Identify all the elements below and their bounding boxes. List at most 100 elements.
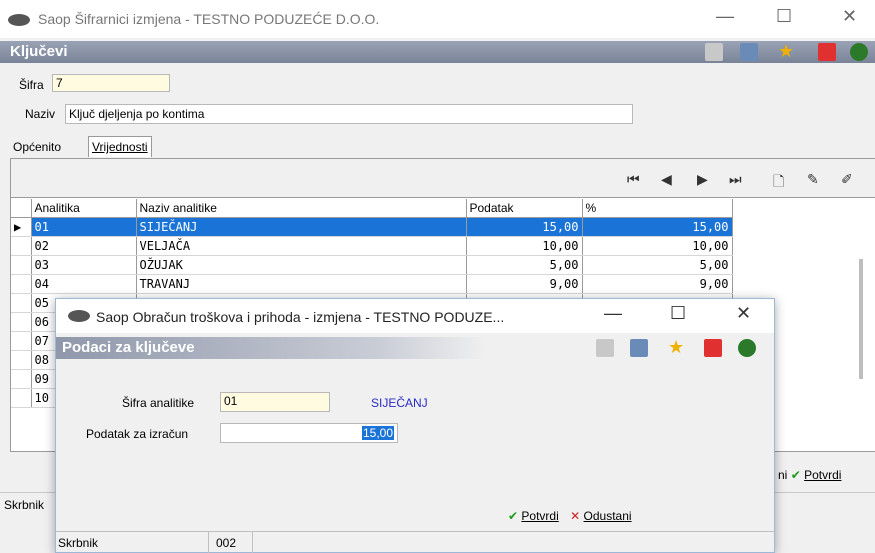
book-icon[interactable] <box>738 339 756 357</box>
odustani-button[interactable]: Odustani <box>584 509 632 523</box>
dialog-status-value: 002 <box>216 536 237 550</box>
status-label: Skrbnik <box>4 498 45 512</box>
edit-record-icon[interactable]: ✎ <box>807 171 819 188</box>
grid-header-row: Analitika Naziv analitike Podatak % <box>11 199 733 218</box>
row-indicator <box>11 369 32 389</box>
cell-analitika[interactable]: 04 <box>31 274 137 294</box>
book-icon[interactable] <box>850 43 868 61</box>
cell-podatak[interactable]: 15,00 <box>466 217 583 237</box>
sifra-analitike-name: SIJEČANJ <box>371 396 428 410</box>
sifra-analitike-input[interactable]: 01 <box>220 392 330 412</box>
app-icon <box>68 310 90 322</box>
cell-pct[interactable]: 10,00 <box>582 236 733 256</box>
dialog-status-label: Skrbnik <box>58 536 99 550</box>
cell-analitika[interactable]: 02 <box>31 236 137 256</box>
grid-toolbar: ⏮ ◀ ▶ ⏭ 🗋 ✎ ✐ <box>11 159 875 198</box>
column-header[interactable]: % <box>582 199 733 218</box>
column-header[interactable]: Naziv analitike <box>136 199 467 218</box>
tab-opcenito[interactable]: Općenito <box>10 140 64 154</box>
grid-scrollbar[interactable] <box>859 259 863 379</box>
cancel-icon: ✕ <box>570 509 581 523</box>
table-row[interactable]: 02 VELJAČA 10,00 10,00 <box>11 236 733 256</box>
maximize-icon[interactable]: ☐ <box>776 6 792 27</box>
main-button-bar: ni ✔ Potvrdi <box>778 468 841 482</box>
star-icon[interactable]: ★ <box>668 337 684 358</box>
row-indicator <box>11 293 32 313</box>
cell-naziv[interactable]: OŽUJAK <box>136 255 467 275</box>
cell-analitika[interactable]: 01 <box>31 217 137 237</box>
main-titlebar: Saop Šifrarnici izmjena - TESTNO PODUZEĆ… <box>0 0 875 38</box>
new-record-icon[interactable]: 🗋 <box>773 171 784 195</box>
cell-pct[interactable]: 9,00 <box>582 274 733 294</box>
edit-dialog: Saop Obračun troškova i prihoda - izmjen… <box>55 298 775 553</box>
table-icon[interactable] <box>740 43 758 61</box>
table-row[interactable]: 03 OŽUJAK 5,00 5,00 <box>11 255 733 275</box>
app-icon <box>8 14 30 26</box>
cell-analitika[interactable]: 03 <box>31 255 137 275</box>
first-record-icon[interactable]: ⏮ <box>627 171 640 188</box>
edit-icon[interactable] <box>705 43 723 61</box>
cell-pct[interactable]: 15,00 <box>582 217 733 237</box>
row-indicator-header <box>11 199 32 218</box>
minimize-icon[interactable]: — <box>716 6 734 27</box>
naziv-input[interactable]: Ključ djeljenja po kontima <box>65 104 633 124</box>
pdf-icon[interactable] <box>704 339 722 357</box>
next-record-icon[interactable]: ▶ <box>697 171 708 188</box>
delete-record-icon[interactable]: ✐ <box>841 171 853 188</box>
maximize-icon[interactable]: ☐ <box>670 303 686 324</box>
column-header[interactable]: Analitika <box>31 199 137 218</box>
cell-podatak[interactable]: 10,00 <box>466 236 583 256</box>
prev-record-icon[interactable]: ◀ <box>661 171 672 188</box>
dialog-statusbar: Skrbnik 002 <box>56 531 774 553</box>
section-title: Ključevi <box>10 43 68 60</box>
status-divider <box>252 532 253 553</box>
odustani-button-partial[interactable]: ni <box>778 468 787 482</box>
naziv-label: Naziv <box>25 107 56 121</box>
edit-icon[interactable] <box>596 339 614 357</box>
row-indicator <box>11 236 32 256</box>
table-row[interactable]: 04 TRAVANJ 9,00 9,00 <box>11 274 733 294</box>
dialog-section-title: Podaci za ključeve <box>62 339 195 356</box>
table-row[interactable]: ▶ 01 SIJEČANJ 15,00 15,00 <box>11 217 733 237</box>
dialog-button-bar: ✔ Potvrdi ✕ Odustani <box>508 509 632 523</box>
cell-naziv[interactable]: VELJAČA <box>136 236 467 256</box>
tab-vrijednosti[interactable]: Vrijednosti <box>88 136 152 157</box>
potvrdi-button[interactable]: Potvrdi <box>521 509 558 523</box>
cell-naziv[interactable]: TRAVANJ <box>136 274 467 294</box>
pdf-icon[interactable] <box>818 43 836 61</box>
row-pointer-icon: ▶ <box>11 217 32 237</box>
status-divider <box>208 532 209 553</box>
sifra-analitike-label: Šifra analitike <box>122 396 195 410</box>
close-icon[interactable]: ✕ <box>736 303 751 324</box>
podatak-input[interactable]: 15,00 <box>220 423 398 443</box>
check-icon: ✔ <box>790 468 801 482</box>
cell-naziv[interactable]: SIJEČANJ <box>136 217 467 237</box>
row-indicator <box>11 350 32 370</box>
main-window-title: Saop Šifrarnici izmjena - TESTNO PODUZEĆ… <box>38 11 380 27</box>
row-indicator <box>11 388 32 408</box>
column-header[interactable]: Podatak <box>466 199 583 218</box>
row-indicator <box>11 274 32 294</box>
potvrdi-button[interactable]: Potvrdi <box>804 468 841 482</box>
row-indicator <box>11 255 32 275</box>
section-header: Ključevi ★ <box>0 41 875 63</box>
dialog-titlebar: Saop Obračun troškova i prihoda - izmjen… <box>56 299 774 333</box>
podatak-label: Podatak za izračun <box>86 427 189 441</box>
star-icon[interactable]: ★ <box>778 41 794 62</box>
dialog-title: Saop Obračun troškova i prihoda - izmjen… <box>96 309 505 325</box>
podatak-selected-text: 15,00 <box>361 426 394 440</box>
dialog-section-header: Podaci za ključeve ★ <box>56 337 774 359</box>
table-icon[interactable] <box>630 339 648 357</box>
minimize-icon[interactable]: — <box>604 303 622 324</box>
sifra-label: Šifra <box>19 78 44 92</box>
row-indicator <box>11 312 32 332</box>
cell-podatak[interactable]: 9,00 <box>466 274 583 294</box>
tab-strip: Općenito Vrijednosti <box>10 136 176 159</box>
check-icon: ✔ <box>508 509 519 523</box>
cell-pct[interactable]: 5,00 <box>582 255 733 275</box>
close-icon[interactable]: ✕ <box>842 6 857 27</box>
cell-podatak[interactable]: 5,00 <box>466 255 583 275</box>
sifra-input[interactable]: 7 <box>52 74 170 92</box>
last-record-icon[interactable]: ⏭ <box>729 171 742 188</box>
row-indicator <box>11 331 32 351</box>
